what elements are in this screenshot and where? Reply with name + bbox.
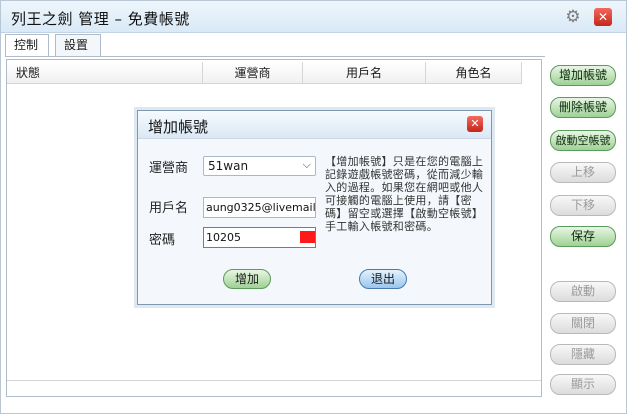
chevron-down-icon: ⌵ [302,158,311,171]
password-value: 10205 [206,231,241,244]
username-input[interactable]: aung0325@livemail.tw [203,197,316,218]
main-window: 列王之劍 管理 – 免費帳號 ⚙ ✕ 控制 設置 狀態 運營商 用戶名 角色名 … [0,0,627,414]
tab-settings[interactable]: 設置 [55,34,101,56]
title-bar[interactable]: 列王之劍 管理 – 免費帳號 ⚙ ✕ [1,1,626,33]
redaction-mark [300,231,315,243]
list-bottom-divider [7,380,541,381]
column-header-role[interactable]: 角色名 [426,62,522,84]
column-header-operator[interactable]: 運營商 [203,62,303,84]
tab-divider [5,56,545,57]
start-empty-account-button[interactable]: 啟動空帳號 [550,130,616,151]
operator-select[interactable]: 51wan ⌵ [203,156,316,176]
gear-icon[interactable]: ⚙ [563,7,583,27]
move-up-button[interactable]: 上移 [550,162,616,183]
dialog-close-icon[interactable]: ✕ [467,116,483,132]
operator-select-value: 51wan [208,159,249,173]
column-header-status[interactable]: 狀態 [7,62,203,84]
close-game-button[interactable]: 關閉 [550,313,616,334]
close-icon[interactable]: ✕ [594,8,612,26]
dialog-exit-button[interactable]: 退出 [359,269,407,289]
save-button[interactable]: 保存 [550,226,616,247]
operator-label: 運營商 [149,161,189,176]
dialog-add-button[interactable]: 增加 [223,269,271,289]
password-label: 密碼 [149,233,176,248]
hide-button[interactable]: 隱藏 [550,344,616,365]
list-header: 狀態 運營商 用戶名 角色名 [7,62,522,84]
help-text: 【增加帳號】只是在您的電腦上記錄遊戲帳號密碼，從而減少輸入的過程。如果您在網吧或… [325,155,484,233]
show-button[interactable]: 顯示 [550,374,616,395]
column-header-username[interactable]: 用戶名 [303,62,426,84]
move-down-button[interactable]: 下移 [550,195,616,216]
dialog-title-bar[interactable]: 增加帳號 ✕ [138,111,491,139]
username-label: 用戶名 [149,201,189,216]
start-button[interactable]: 啟動 [550,281,616,302]
add-account-dialog: 增加帳號 ✕ 運營商 51wan ⌵ 用戶名 aung0325@livemail… [137,110,492,305]
dialog-title: 增加帳號 [148,118,209,136]
delete-account-button[interactable]: 刪除帳號 [550,97,616,118]
window-title: 列王之劍 管理 – 免費帳號 [11,10,190,28]
password-input[interactable]: 10205 [203,227,316,248]
add-account-button[interactable]: 增加帳號 [550,65,616,86]
tab-control[interactable]: 控制 [5,34,49,56]
